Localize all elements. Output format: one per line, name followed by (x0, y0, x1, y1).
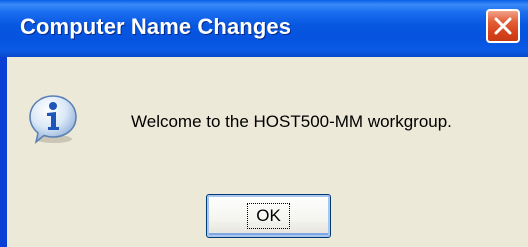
ok-button[interactable]: OK (206, 194, 331, 238)
close-icon (494, 17, 512, 35)
window-title: Computer Name Changes (20, 14, 292, 39)
close-button[interactable] (486, 9, 520, 43)
ok-button-label: OK (247, 203, 290, 229)
dialog-window: Computer Name Changes Welcome to the HOS… (0, 0, 528, 247)
dialog-body: Welcome to the HOST500-MM workgroup. OK (7, 57, 528, 247)
message-text: Welcome to the HOST500-MM workgroup. (131, 112, 452, 131)
title-bar[interactable]: Computer Name Changes (0, 0, 528, 57)
info-icon (29, 95, 77, 144)
